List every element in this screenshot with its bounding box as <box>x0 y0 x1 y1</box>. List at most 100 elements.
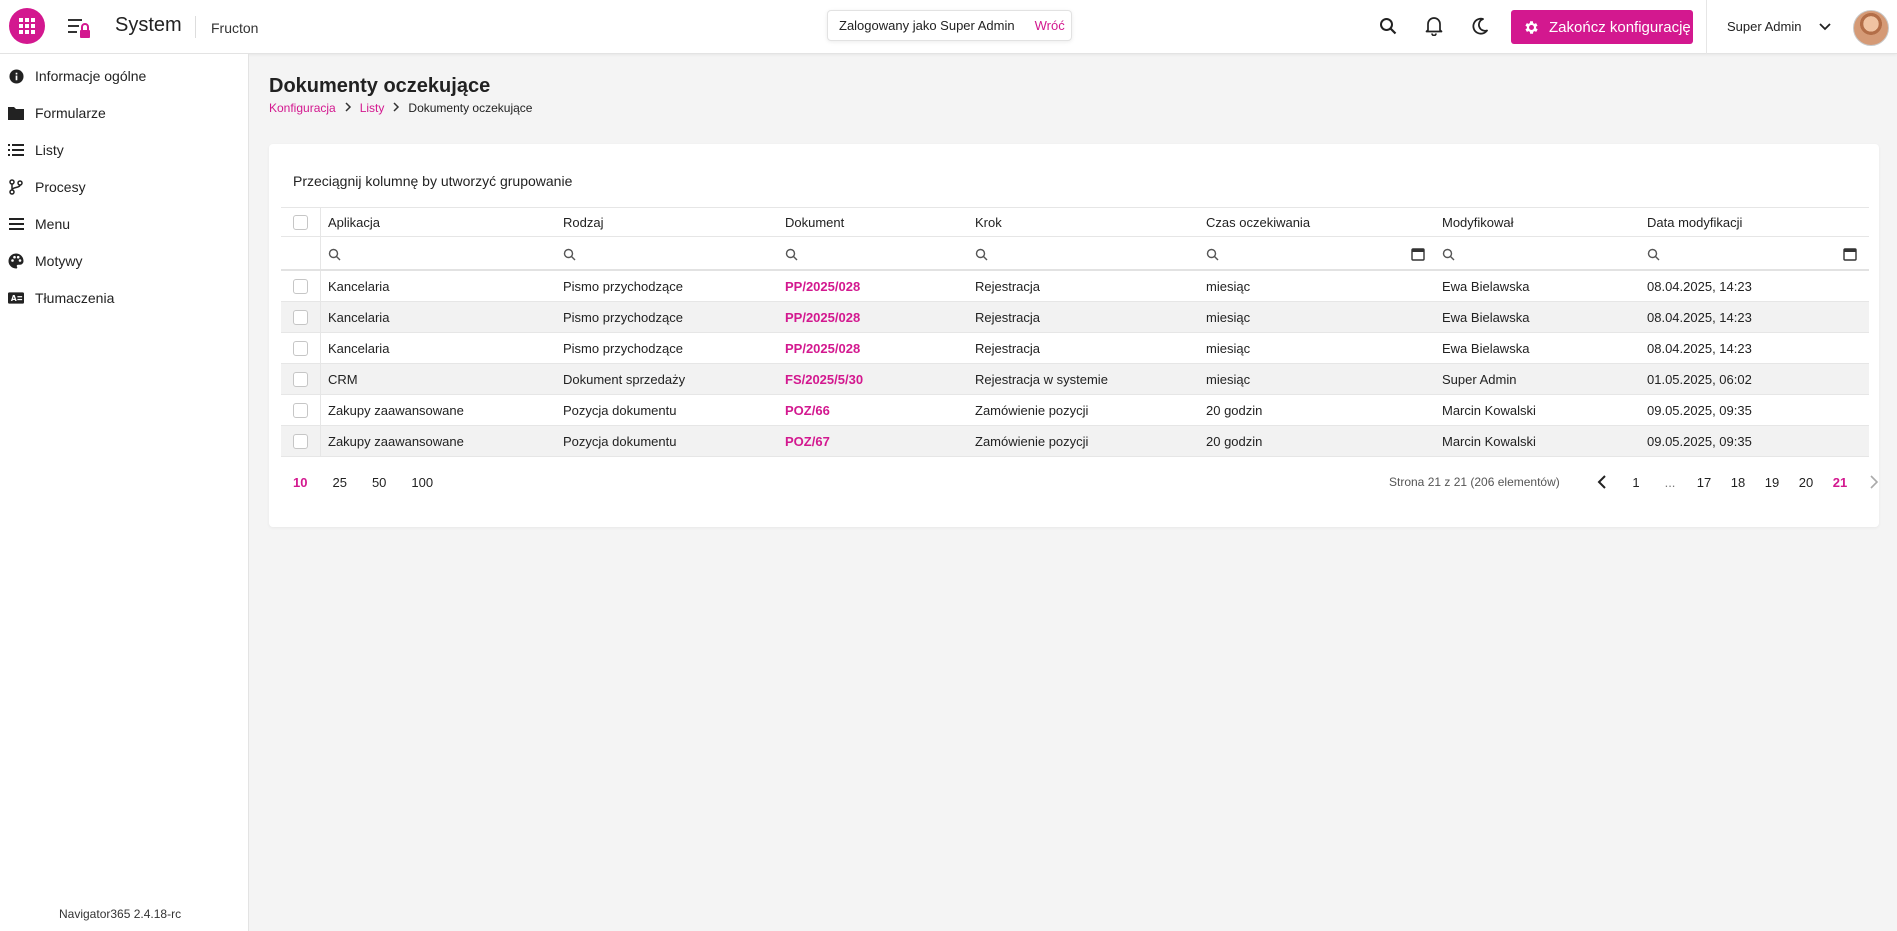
row-checkbox[interactable] <box>281 302 321 332</box>
row-checkbox[interactable] <box>281 333 321 363</box>
breadcrumb: Konfiguracja Listy Dokumenty oczekujące <box>269 101 532 115</box>
page-button[interactable]: 17 <box>1687 468 1721 496</box>
breadcrumb-lists[interactable]: Listy <box>360 101 385 115</box>
sidebar-item-info[interactable]: Informacje ogólne <box>0 61 248 91</box>
cell-dokument-link[interactable]: FS/2025/5/30 <box>785 364 863 394</box>
filter-krok[interactable] <box>975 241 1195 267</box>
page-size-25[interactable]: 25 <box>332 475 346 490</box>
filter-data[interactable] <box>1647 241 1827 267</box>
column-header-krok[interactable]: Krok <box>975 208 1002 236</box>
page-button[interactable]: 1 <box>1619 468 1653 496</box>
column-header-dokument[interactable]: Dokument <box>785 208 844 236</box>
grid-filter-row <box>281 237 1869 271</box>
filter-aplikacja[interactable] <box>328 241 553 267</box>
cell-rodzaj: Pismo przychodzące <box>563 278 683 294</box>
group-panel[interactable]: Przeciągnij kolumnę by utworzyć grupowan… <box>293 173 572 189</box>
column-header-data[interactable]: Data modyfikacji <box>1647 208 1742 236</box>
back-link[interactable]: Wróć <box>1035 18 1065 33</box>
sidebar-item-processes[interactable]: Procesy <box>0 172 248 202</box>
page-button-current[interactable]: 21 <box>1823 468 1857 496</box>
svg-text:A: A <box>11 294 17 303</box>
sidebar-item-label: Informacje ogólne <box>35 68 147 84</box>
page-size-50[interactable]: 50 <box>372 475 386 490</box>
page-size-10[interactable]: 10 <box>293 475 307 490</box>
search-icon <box>785 248 798 260</box>
page-button[interactable]: 18 <box>1721 468 1755 496</box>
app-version: Navigator365 2.4.18-rc <box>59 907 182 921</box>
cell-modyfikowal: Ewa Bielawska <box>1442 278 1530 294</box>
apps-grid-icon <box>19 18 35 34</box>
cell-dokument-link[interactable]: PP/2025/028 <box>785 271 860 301</box>
row-checkbox[interactable] <box>281 271 321 301</box>
finish-config-button[interactable]: Zakończ konfigurację <box>1511 10 1693 44</box>
sidebar-item-translations[interactable]: A Tłumaczenia <box>0 283 248 313</box>
calendar-icon[interactable] <box>1411 241 1431 267</box>
filter-rodzaj[interactable] <box>563 241 775 267</box>
select-all-checkbox[interactable] <box>281 208 321 236</box>
table-row[interactable]: Kancelaria Pismo przychodzące PP/2025/02… <box>281 302 1869 333</box>
palette-icon <box>8 253 24 269</box>
page-button[interactable]: 20 <box>1789 468 1823 496</box>
dark-mode-icon[interactable] <box>1468 14 1492 38</box>
row-checkbox[interactable] <box>281 395 321 425</box>
row-checkbox[interactable] <box>281 364 321 394</box>
cell-aplikacja: Kancelaria <box>328 278 390 294</box>
page-size-selector: 10 25 50 100 <box>293 475 458 490</box>
chevron-down-icon[interactable] <box>1818 17 1832 38</box>
apps-grid-button[interactable] <box>9 8 45 44</box>
table-row[interactable]: Zakupy zaawansowane Pozycja dokumentu PO… <box>281 395 1869 426</box>
cell-dokument-link[interactable]: POZ/67 <box>785 426 830 456</box>
filter-dokument[interactable] <box>785 241 965 267</box>
cell-czas: miesiąc <box>1206 340 1251 356</box>
row-checkbox[interactable] <box>281 426 321 456</box>
page-title: Dokumenty oczekujące <box>269 75 491 97</box>
cell-modyfikowal: Marcin Kowalski <box>1442 433 1536 449</box>
avatar[interactable] <box>1853 10 1889 46</box>
cell-dokument-link[interactable]: PP/2025/028 <box>785 302 860 332</box>
cell-krok: Rejestracja <box>975 278 1041 294</box>
top-header: System Fructon Zalogowany jako Super Adm… <box>0 0 1897 54</box>
filter-czas[interactable] <box>1206 241 1406 267</box>
next-page-button[interactable] <box>1857 468 1891 496</box>
cell-rodzaj: Pozycja dokumentu <box>563 402 677 418</box>
cell-aplikacja: Zakupy zaawansowane <box>328 433 464 449</box>
cell-krok: Rejestracja w systemie <box>975 371 1108 387</box>
page-size-100[interactable]: 100 <box>411 475 433 490</box>
table-row[interactable]: Kancelaria Pismo przychodzące PP/2025/02… <box>281 271 1869 302</box>
sidebar-item-themes[interactable]: Motywy <box>0 246 248 276</box>
calendar-icon[interactable] <box>1843 241 1863 267</box>
user-name[interactable]: Super Admin <box>1727 19 1801 34</box>
cell-data: 08.04.2025, 14:23 <box>1647 278 1752 294</box>
cell-data: 09.05.2025, 09:35 <box>1647 433 1752 449</box>
column-header-rodzaj[interactable]: Rodzaj <box>563 208 603 236</box>
column-header-aplikacja[interactable]: Aplikacja <box>328 208 380 236</box>
search-icon <box>1442 248 1455 260</box>
breadcrumb-config[interactable]: Konfiguracja <box>269 101 336 115</box>
login-status-text: Zalogowany jako Super Admin <box>839 18 1015 33</box>
search-icon <box>975 248 988 260</box>
cell-dokument-link[interactable]: PP/2025/028 <box>785 333 860 363</box>
sidebar-item-lists[interactable]: Listy <box>0 135 248 165</box>
cell-data: 08.04.2025, 14:23 <box>1647 340 1752 356</box>
sidebar-item-forms[interactable]: Formularze <box>0 98 248 128</box>
prev-page-button[interactable] <box>1585 468 1619 496</box>
page-button[interactable]: 19 <box>1755 468 1789 496</box>
info-icon <box>8 68 24 84</box>
column-header-modyfikowal[interactable]: Modyfikował <box>1442 208 1514 236</box>
bell-icon[interactable] <box>1422 14 1446 38</box>
column-header-czas[interactable]: Czas oczekiwania <box>1206 208 1310 236</box>
table-row[interactable]: Zakupy zaawansowane Pozycja dokumentu PO… <box>281 426 1869 457</box>
filter-modyfikowal[interactable] <box>1442 241 1632 267</box>
cell-dokument-link[interactable]: POZ/66 <box>785 395 830 425</box>
table-row[interactable]: Kancelaria Pismo przychodzące PP/2025/02… <box>281 333 1869 364</box>
header-divider <box>195 16 196 38</box>
search-icon <box>1647 248 1660 260</box>
table-row[interactable]: CRM Dokument sprzedaży FS/2025/5/30 Reje… <box>281 364 1869 395</box>
menu-lock-icon[interactable] <box>67 16 93 40</box>
search-icon[interactable] <box>1376 14 1400 38</box>
cell-czas: miesiąc <box>1206 309 1251 325</box>
sidebar-item-label: Listy <box>35 142 64 158</box>
sidebar-item-menu[interactable]: Menu <box>0 209 248 239</box>
cell-rodzaj: Pismo przychodzące <box>563 309 683 325</box>
grid-header-row: Aplikacja Rodzaj Dokument Krok Czas ocze… <box>281 207 1869 237</box>
